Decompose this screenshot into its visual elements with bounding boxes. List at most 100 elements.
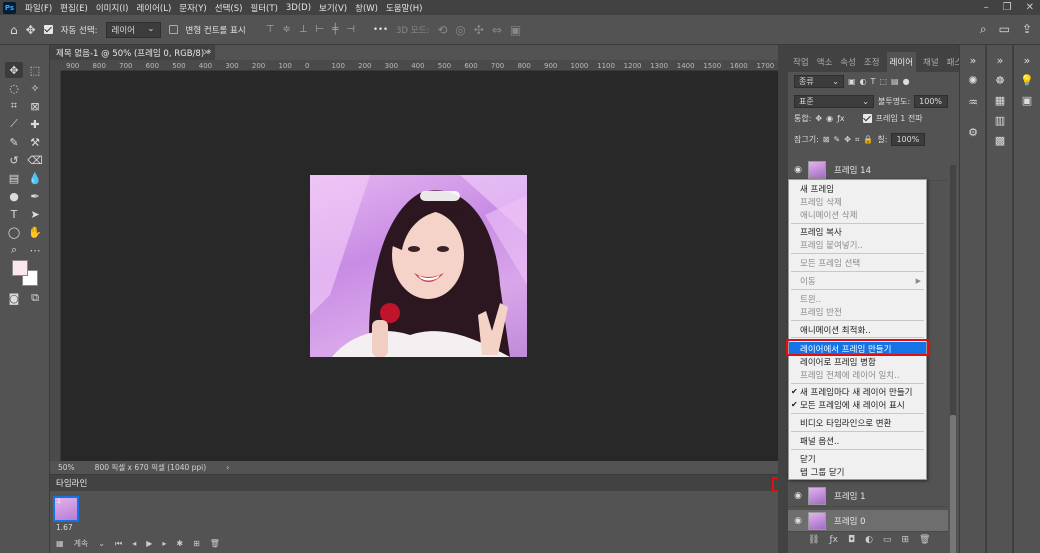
menu-select[interactable]: 선택(S) bbox=[211, 2, 247, 14]
zoom-level[interactable]: 50% bbox=[58, 463, 75, 472]
layer-row[interactable]: ◉ 프레임 1 bbox=[788, 485, 948, 507]
eye-icon[interactable]: ◉ bbox=[788, 165, 808, 175]
filter-smart-icon[interactable]: ▤ bbox=[891, 77, 899, 86]
palette-icon[interactable]: ☸ bbox=[992, 73, 1008, 87]
collapse-icon[interactable]: » bbox=[992, 53, 1008, 67]
animation-frame[interactable]: 1 bbox=[53, 496, 79, 522]
brush-icon[interactable]: ✎ bbox=[5, 134, 23, 150]
filter-adjust-icon[interactable]: ◐ bbox=[860, 77, 867, 86]
menu-image[interactable]: 이미지(I) bbox=[92, 2, 133, 14]
more-options-button[interactable]: ••• bbox=[373, 25, 388, 35]
align-vcenter-icon[interactable]: ≑ bbox=[282, 24, 290, 35]
unify-position-icon[interactable]: ✥ bbox=[815, 114, 822, 123]
minimize-icon[interactable]: – bbox=[984, 2, 989, 13]
align-top-icon[interactable]: ⊤ bbox=[266, 24, 275, 35]
tab-properties[interactable]: 속성 bbox=[839, 56, 857, 72]
gradient-panel-icon[interactable]: ▥ bbox=[992, 113, 1008, 127]
filter-type-icon[interactable]: T bbox=[871, 77, 876, 86]
learn-icon[interactable]: 💡 bbox=[1019, 73, 1035, 87]
crop-icon[interactable]: ⌗ bbox=[5, 98, 23, 114]
patterns-icon[interactable]: ▩ bbox=[992, 133, 1008, 147]
type-icon[interactable]: T bbox=[5, 206, 23, 222]
move-icon[interactable]: ✥ bbox=[5, 62, 23, 78]
layer-style-icon[interactable]: ƒx bbox=[829, 535, 838, 545]
new-group-icon[interactable]: ▭ bbox=[883, 535, 892, 545]
3d-orbit-icon[interactable]: ⟲ bbox=[437, 23, 447, 37]
menu-file[interactable]: 파일(F) bbox=[21, 2, 56, 14]
menu-layer[interactable]: 레이어(L) bbox=[132, 2, 175, 14]
adjustments-icon[interactable]: ⚙ bbox=[965, 125, 981, 139]
filter-pixel-icon[interactable]: ▣ bbox=[848, 77, 856, 86]
opacity-field[interactable]: 100% bbox=[914, 95, 949, 108]
gradient-icon[interactable]: ▤ bbox=[5, 170, 23, 186]
frame-delay[interactable]: 1.67 bbox=[56, 523, 73, 532]
propagate-checkbox[interactable] bbox=[862, 114, 872, 123]
menu-new-frame[interactable]: 새 프레임 bbox=[789, 182, 926, 195]
layer-row-selected[interactable]: ◉ 프레임 0 bbox=[788, 510, 948, 532]
tab-actions[interactable]: 작업 bbox=[792, 56, 810, 72]
menu-filter[interactable]: 필터(T) bbox=[246, 2, 281, 14]
healing-brush-icon[interactable]: ✚ bbox=[26, 116, 44, 132]
tab-adjustments[interactable]: 조정 bbox=[863, 56, 881, 72]
eyedropper-icon[interactable]: ⟋ bbox=[5, 116, 23, 132]
document-size-info[interactable]: 800 픽셀 x 670 픽셀 (1040 ppi) bbox=[95, 462, 207, 473]
tab-swatches[interactable]: 액소 bbox=[816, 56, 834, 72]
align-right-icon[interactable]: ⊣ bbox=[346, 24, 355, 35]
menu-convert-to-video-timeline[interactable]: 비디오 타임라인으로 변환 bbox=[789, 416, 926, 429]
pen-icon[interactable]: ✒ bbox=[26, 188, 44, 204]
close-icon[interactable]: ✕ bbox=[1026, 2, 1034, 13]
convert-timeline-icon[interactable]: ▦ bbox=[56, 539, 64, 548]
new-layer-icon[interactable]: ⊞ bbox=[901, 535, 909, 545]
more-tools-icon[interactable]: ⋯ bbox=[26, 242, 44, 258]
filter-toggle-icon[interactable]: ● bbox=[903, 77, 910, 86]
lasso-icon[interactable]: ◌ bbox=[5, 80, 23, 96]
adjustment-layer-icon[interactable]: ◐ bbox=[865, 535, 873, 545]
layer-row[interactable]: ◉ 프레임 14 bbox=[788, 159, 948, 181]
align-bottom-icon[interactable]: ⊥ bbox=[299, 24, 308, 35]
blend-mode-dropdown[interactable]: 표준 ⌄ bbox=[794, 95, 874, 108]
next-frame-icon[interactable]: ▸ bbox=[162, 539, 166, 548]
clone-stamp-icon[interactable]: ⚒ bbox=[26, 134, 44, 150]
workspace-icon[interactable]: ▭ bbox=[999, 22, 1010, 37]
lock-pixels-icon[interactable]: ⊠ bbox=[823, 135, 830, 144]
menu-copy-frame[interactable]: 프레임 복사 bbox=[789, 225, 926, 238]
duplicate-frame-icon[interactable]: ⊞ bbox=[193, 539, 200, 548]
3d-slide-icon[interactable]: ⇔ bbox=[492, 23, 502, 37]
transform-controls-checkbox[interactable] bbox=[168, 25, 178, 34]
menu-new-layers-visible-all-frames[interactable]: ✔ 모든 프레임에 새 레이어 표시 bbox=[789, 398, 926, 411]
align-hcenter-icon[interactable]: ╪ bbox=[332, 24, 338, 35]
unify-visibility-icon[interactable]: ◉ bbox=[826, 114, 833, 123]
move-tool-icon[interactable]: ✥ bbox=[26, 23, 36, 37]
collapse-icon[interactable]: » bbox=[965, 53, 981, 67]
lock-artboard-icon[interactable]: ⌗ bbox=[855, 135, 860, 145]
share-icon[interactable]: ⇪ bbox=[1022, 22, 1032, 37]
auto-select-checkbox[interactable] bbox=[43, 25, 53, 34]
close-document-icon[interactable]: ✕ bbox=[203, 48, 210, 58]
previous-frame-icon[interactable]: ◂ bbox=[132, 539, 136, 548]
3d-camera-icon[interactable]: ▣ bbox=[510, 23, 521, 37]
menu-flatten-frames-into-layers[interactable]: 레이어로 프레임 병합 bbox=[789, 355, 926, 368]
frame-tool-icon[interactable]: ⊠ bbox=[26, 98, 44, 114]
loop-options[interactable]: 계속 bbox=[74, 538, 89, 549]
add-mask-icon[interactable]: ◘ bbox=[848, 535, 855, 545]
timeline-title[interactable]: 타임라인 bbox=[56, 477, 87, 489]
status-menu-arrow[interactable]: › bbox=[226, 463, 229, 472]
quick-mask-icon[interactable]: ◙ bbox=[5, 290, 23, 306]
delete-layer-icon[interactable]: 🗑 bbox=[919, 535, 930, 545]
3d-pan-icon[interactable]: ✣ bbox=[474, 23, 484, 37]
foreground-color-swatch[interactable] bbox=[12, 260, 28, 276]
brush-settings-icon[interactable]: ♒ bbox=[965, 95, 981, 109]
first-frame-icon[interactable]: ⏮ bbox=[115, 539, 122, 549]
menu-new-layer-each-frame[interactable]: ✔ 새 프레임마다 새 레이어 만들기 bbox=[789, 385, 926, 398]
play-icon[interactable]: ▶ bbox=[146, 539, 152, 548]
menu-type[interactable]: 문자(Y) bbox=[175, 2, 210, 14]
libraries-icon[interactable]: ▣ bbox=[1019, 93, 1035, 107]
hand-icon[interactable]: ✋ bbox=[26, 224, 44, 240]
tween-icon[interactable]: ✱ bbox=[176, 539, 183, 548]
link-layers-icon[interactable]: ⛓ bbox=[808, 535, 819, 545]
restore-icon[interactable]: ❐ bbox=[1003, 2, 1012, 13]
history-brush-icon[interactable]: ↺ bbox=[5, 152, 23, 168]
marquee-icon[interactable]: ⬚ bbox=[26, 62, 44, 78]
color-wheel-icon[interactable]: ✺ bbox=[965, 73, 981, 87]
dodge-icon[interactable]: ● bbox=[5, 188, 23, 204]
